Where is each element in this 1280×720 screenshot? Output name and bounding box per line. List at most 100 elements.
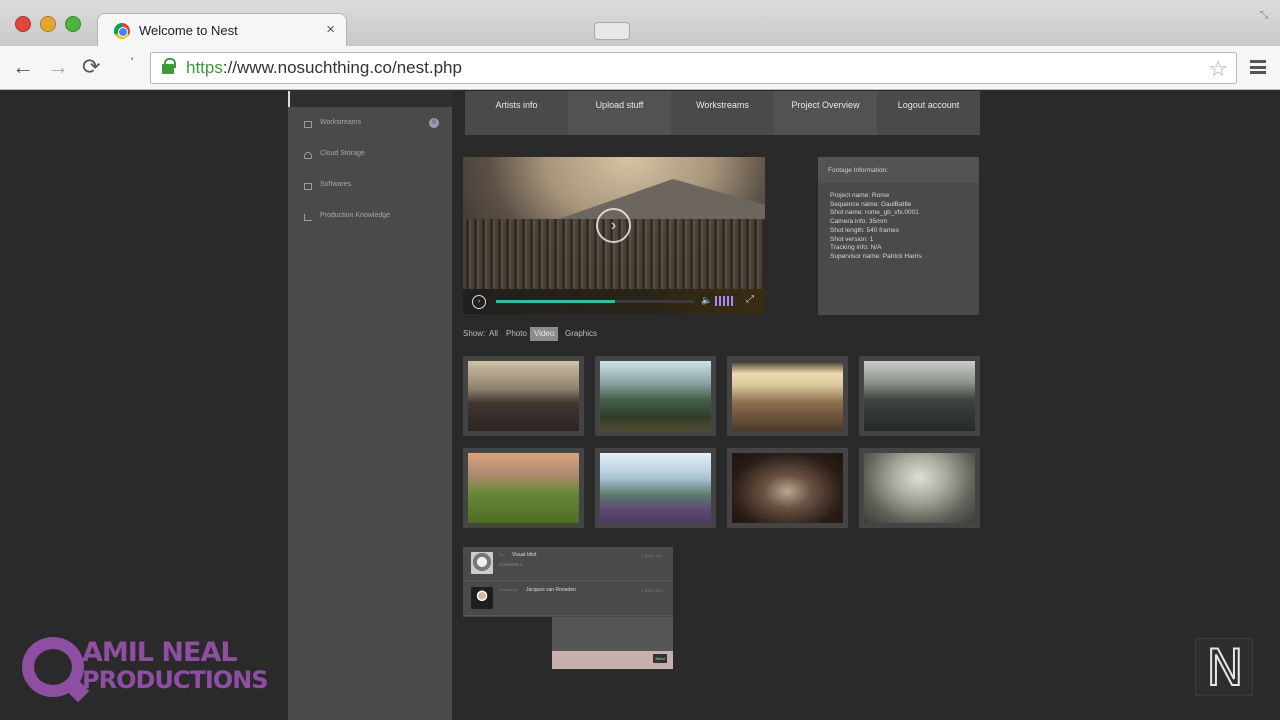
bookmark-star-icon[interactable]: ☆: [1208, 56, 1228, 82]
footage-shot-length: Shot length: 540 frames: [830, 226, 900, 234]
nav-workstreams[interactable]: Workstreams: [671, 91, 774, 135]
forward-button[interactable]: →: [47, 54, 69, 80]
comment-author[interactable]: Jacques van Rooeden: [526, 587, 576, 593]
lock-icon: [162, 58, 176, 74]
sidebar-item-label: Softwares: [320, 181, 352, 188]
sidebar-top-bar: [288, 91, 452, 107]
thumbnail-image: [732, 361, 843, 431]
tab-close-icon[interactable]: ×: [326, 21, 335, 38]
comments-panel: By: Visual Idiot Comment 1 2 days ago Po…: [463, 547, 673, 669]
footage-project-name: Project name: Rome: [830, 192, 890, 199]
play-overlay-icon[interactable]: ›: [596, 208, 631, 243]
filter-graphics[interactable]: Graphics: [565, 327, 597, 341]
filter-photo[interactable]: Photo: [506, 327, 527, 341]
comment-item: Posted by: Jacques van Rooeden 3 days ag…: [463, 582, 673, 616]
play-icon[interactable]: ›: [472, 295, 486, 309]
sidebar-item-softwares[interactable]: Softwares: [304, 180, 444, 196]
media-thumbnail[interactable]: [463, 356, 584, 436]
back-button[interactable]: ←: [12, 54, 34, 80]
media-thumbnail[interactable]: [727, 356, 848, 436]
media-thumbnail[interactable]: [463, 448, 584, 528]
media-thumbnail[interactable]: [859, 356, 980, 436]
sidebar-item-cloud-storage[interactable]: Cloud Storage: [304, 149, 444, 165]
footage-camera-info: Camera info: 35mm: [830, 218, 888, 226]
nav-project-overview[interactable]: Project Overview: [774, 91, 877, 135]
chrome-favicon-icon: [114, 23, 130, 39]
avatar: [471, 552, 493, 574]
footage-supervisor-name: Supervisor name: Patrick Harris: [830, 252, 922, 260]
url-path: ://www.nosuchthing.co/nest.php: [222, 58, 462, 77]
sidebar-item-label: Production Knowledge: [320, 212, 391, 219]
footage-sequence-name: Sequence name: GaulBattle: [830, 200, 912, 208]
video-player[interactable]: › › 🔈 ⤢: [463, 157, 765, 314]
comments-spacer: [463, 617, 552, 669]
footage-information-panel: Footage Information: Project name: Rome …: [818, 157, 979, 315]
close-window-button[interactable]: [15, 16, 31, 32]
filter-label: Show:: [463, 329, 486, 338]
comment-author[interactable]: Visual Idiot: [512, 552, 536, 558]
nav-artists-info[interactable]: Artists info: [465, 91, 568, 135]
thumbnail-image: [468, 361, 579, 431]
sidebar-item-label: Workstreams: [320, 119, 362, 126]
footage-shot-version: Shot version: 1: [830, 235, 874, 243]
comment-meta: Posted by:: [499, 587, 518, 592]
browser-tab[interactable]: Welcome to Nest ×: [97, 13, 347, 46]
thumbnail-image: [600, 453, 711, 523]
thumbnail-image: [600, 361, 711, 431]
page-body: Workstreams 0 Cloud Storage Softwares Pr…: [0, 91, 1280, 720]
thumbnail-image: [732, 453, 843, 523]
browser-menu-icon[interactable]: [1250, 60, 1266, 74]
top-navigation: Artists info Upload stuff Workstreams Pr…: [465, 91, 980, 135]
resize-icon[interactable]: ⤡: [1260, 10, 1268, 21]
workstreams-icon: [304, 121, 312, 128]
watermark-line-1: AMIL NEAL: [82, 637, 238, 668]
workstreams-count-badge: 0: [429, 118, 439, 128]
url-text[interactable]: https://www.nosuchthing.co/nest.php: [186, 58, 462, 78]
footage-tracking-info: Tracking info: N/A: [830, 244, 882, 252]
address-bar[interactable]: https://www.nosuchthing.co/nest.php ☆: [150, 52, 1237, 84]
chart-icon: [304, 214, 312, 221]
thumbnail-image: [864, 361, 975, 431]
sidebar-item-label: Cloud Storage: [320, 150, 365, 157]
footage-shot-name: Shot name: rome_gb_vfx.0001: [830, 209, 919, 217]
progress-fill: [496, 300, 615, 303]
producer-watermark-logo: AMIL NEAL PRODUCTIONS: [22, 637, 269, 701]
nest-brand-badge: N: [1195, 638, 1253, 698]
media-thumbnail[interactable]: [727, 448, 848, 528]
send-button[interactable]: Send: [653, 654, 667, 663]
browser-tabstrip: Welcome to Nest × ⤡: [0, 0, 1280, 46]
tab-title: Welcome to Nest: [139, 23, 238, 38]
footage-information-heading: Footage Information:: [818, 157, 979, 183]
sidebar-item-workstreams[interactable]: Workstreams: [304, 118, 444, 134]
comment-body: Comment 1: [499, 562, 523, 567]
maximize-window-button[interactable]: [65, 16, 81, 32]
avatar: [471, 587, 493, 609]
volume-level-bars[interactable]: [715, 296, 735, 306]
reload-button[interactable]: ⟳: [82, 54, 100, 80]
nav-logout-account[interactable]: Logout account: [877, 91, 980, 135]
filter-video[interactable]: Video: [530, 327, 559, 341]
player-controls: › 🔈 ⤢: [463, 289, 765, 314]
nav-upload-stuff[interactable]: Upload stuff: [568, 91, 671, 135]
watermark-line-2: PRODUCTIONS: [82, 666, 269, 694]
reply-textarea[interactable]: Send: [552, 617, 673, 669]
media-thumbnail[interactable]: [859, 448, 980, 528]
comment-time: 2 days ago: [640, 553, 663, 558]
fullscreen-icon[interactable]: ⤢: [746, 294, 754, 305]
media-thumbnail[interactable]: [595, 448, 716, 528]
progress-bar[interactable]: [496, 300, 694, 303]
softwares-icon: [304, 183, 312, 190]
new-tab-button[interactable]: [594, 22, 630, 40]
filter-all[interactable]: All: [489, 327, 498, 341]
sidebar-item-production-knowledge[interactable]: Production Knowledge: [304, 211, 444, 227]
volume-icon[interactable]: 🔈: [701, 295, 712, 306]
comment-meta: By:: [499, 552, 505, 557]
thumbnail-image: [864, 453, 975, 523]
comment-item: By: Visual Idiot Comment 1 2 days ago: [463, 547, 673, 581]
cloud-icon: [304, 152, 312, 159]
minimize-window-button[interactable]: [40, 16, 56, 32]
scene-mountain: [553, 179, 765, 221]
media-thumbnail[interactable]: [595, 356, 716, 436]
browser-toolbar: ← → ⟳ ' https://www.nosuchthing.co/nest.…: [0, 46, 1280, 90]
nest-n-logo-icon: N: [1205, 638, 1244, 698]
